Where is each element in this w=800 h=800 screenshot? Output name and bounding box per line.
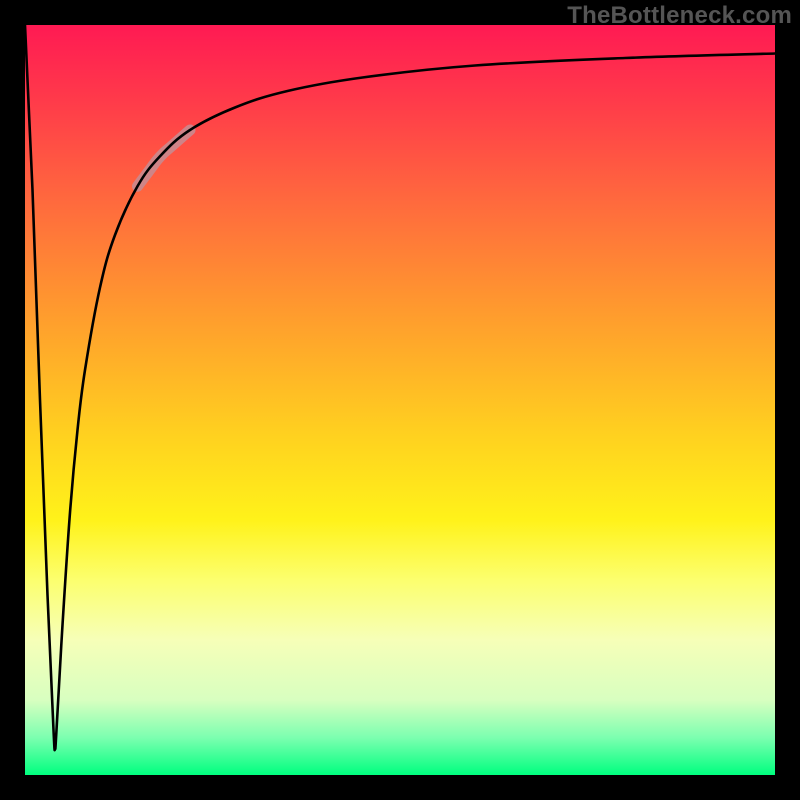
bottleneck-curve-path — [25, 25, 775, 750]
highlight-segment — [138, 130, 191, 186]
chart-frame: TheBottleneck.com — [0, 0, 800, 800]
plot-area — [25, 25, 775, 775]
curve-svg — [25, 25, 775, 775]
